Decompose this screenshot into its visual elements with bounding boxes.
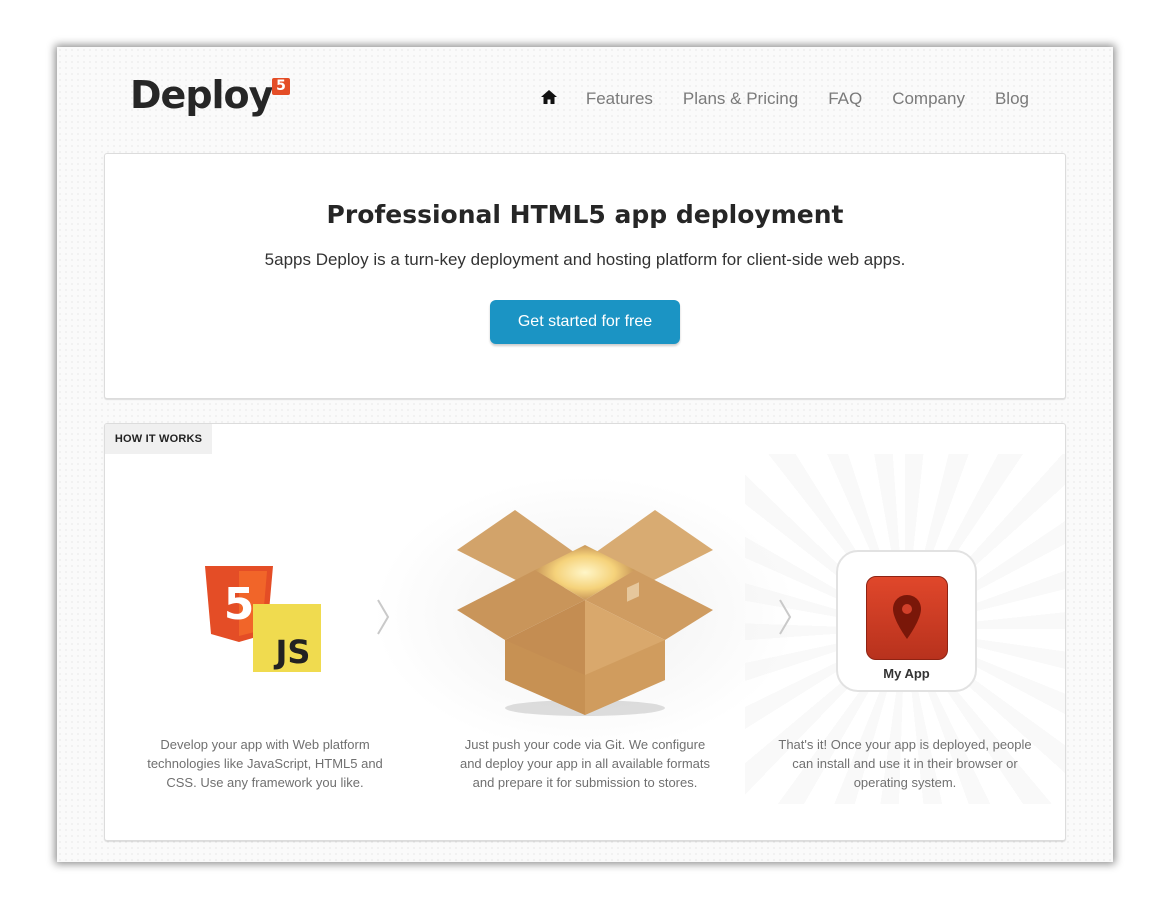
how-it-works-panel: HOW IT WORKS 5 JS My App Develop your ap… (104, 423, 1066, 841)
app-label: My App (883, 666, 930, 681)
nav-plans-pricing[interactable]: Plans & Pricing (683, 89, 798, 109)
step-3-description: That's it! Once your app is deployed, pe… (778, 737, 1032, 790)
js-text: JS (274, 633, 311, 671)
step-2-description: Just push your code via Git. We configur… (459, 737, 711, 790)
get-started-button[interactable]: Get started for free (490, 300, 680, 344)
hero-title: Professional HTML5 app deployment (326, 200, 844, 229)
nav-company[interactable]: Company (892, 89, 965, 109)
map-pin-icon (893, 595, 921, 639)
browser-window: Deploy 5 Features Plans & Pricing FAQ Co… (57, 47, 1113, 862)
hero-panel: Professional HTML5 app deployment 5apps … (104, 153, 1066, 399)
step-1-description: Develop your app with Web platform techn… (147, 737, 383, 790)
nav-blog[interactable]: Blog (995, 89, 1029, 109)
chevron-right-icon (377, 599, 390, 635)
home-icon[interactable] (540, 88, 558, 106)
nav-features[interactable]: Features (586, 89, 653, 109)
app-tile-red (866, 576, 948, 660)
logo-text[interactable]: Deploy (130, 73, 273, 117)
how-it-works-tab: HOW IT WORKS (105, 424, 212, 454)
nav-faq[interactable]: FAQ (828, 89, 862, 109)
chevron-right-icon (779, 599, 792, 635)
hero-subtitle: 5apps Deploy is a turn-key deployment an… (264, 250, 906, 269)
html5-five: 5 (224, 579, 255, 630)
main-nav: Features Plans & Pricing FAQ Company Blo… (540, 89, 1029, 109)
logo-badge: 5 (272, 78, 290, 95)
app-tile-icon: My App (836, 550, 977, 692)
open-box-icon (457, 510, 713, 716)
html5-js-icon: 5 JS (205, 566, 321, 672)
